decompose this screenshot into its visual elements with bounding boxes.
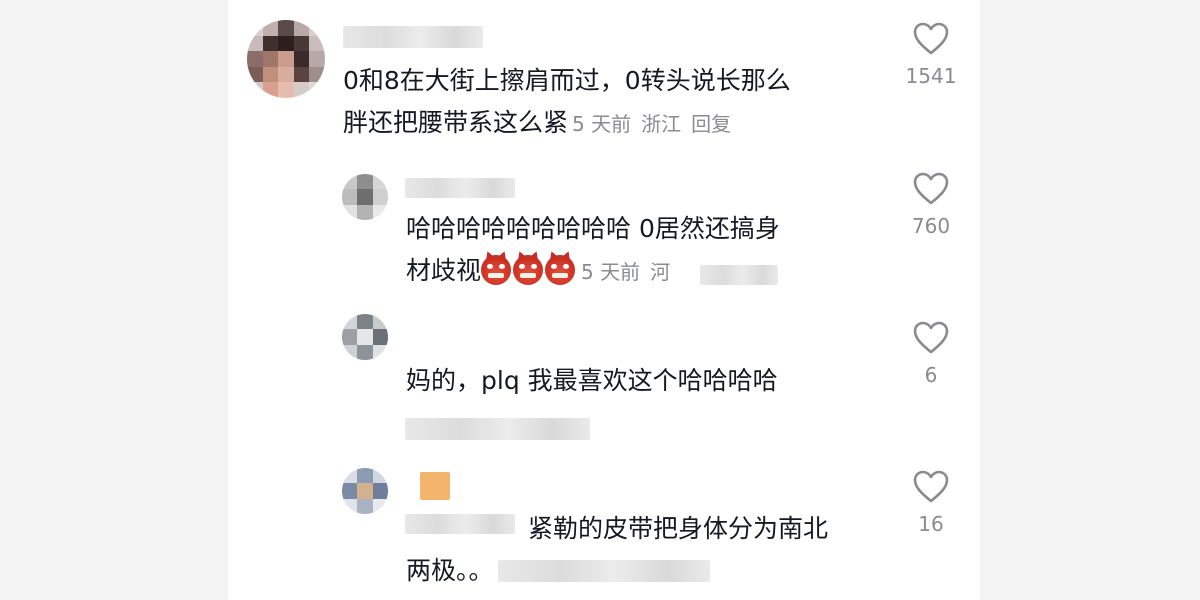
like-count: 6	[924, 363, 938, 387]
comment-text-line: 胖还把腰带系这么紧	[343, 108, 569, 137]
comment-text-line: 两极。。	[406, 556, 494, 585]
comment-text-line: 妈的，plq 我最喜欢这个哈哈哈哈	[406, 366, 778, 395]
avatar[interactable]	[342, 174, 388, 220]
comment-meta-blurred	[498, 560, 710, 582]
comment-meta: 5 天前河	[581, 260, 674, 284]
comment-meta: 5 天前 浙江 回复	[572, 112, 741, 136]
heart-outline-icon	[913, 22, 949, 55]
comment-text: 妈的，plq 我最喜欢这个哈哈哈哈	[406, 360, 778, 402]
comment-text: 紧勒的皮带把身体分为南北	[528, 508, 828, 550]
comment-time: 5 天前	[572, 112, 632, 136]
like-button[interactable]: 6	[901, 321, 961, 387]
like-count: 1541	[905, 64, 957, 88]
comment-text-line: 材歧视	[406, 256, 482, 285]
like-button[interactable]: 760	[901, 172, 961, 238]
angry-devil-emoji	[545, 255, 576, 285]
like-count: 760	[911, 214, 951, 238]
comment-text-line: 哈哈哈哈哈哈哈哈哈 0居然还搞身	[406, 214, 780, 243]
like-button[interactable]: 16	[901, 470, 961, 536]
reply-button[interactable]: 回复	[691, 112, 731, 136]
comment-time: 5 天前	[581, 260, 641, 284]
like-count: 16	[918, 512, 944, 536]
heart-outline-icon	[913, 321, 949, 354]
heart-outline-icon	[913, 172, 949, 205]
comment-text: 0和8在大街上擦肩而过，0转头说长那么 胖还把腰带系这么紧 5 天前 浙江 回复	[343, 60, 791, 145]
comment-text: 两极。。	[406, 550, 494, 592]
comment-text-line: 紧勒的皮带把身体分为南北	[528, 514, 829, 543]
username-blurred[interactable]	[405, 178, 515, 198]
badge-icon	[420, 472, 450, 500]
avatar[interactable]	[342, 468, 388, 514]
username-blurred[interactable]	[343, 26, 483, 48]
comment-text-line: 0和8在大街上擦肩而过，0转头说长那么	[343, 66, 791, 95]
avatar[interactable]	[342, 314, 388, 360]
location-blurred	[700, 265, 778, 285]
like-button[interactable]: 1541	[901, 22, 961, 88]
heart-outline-icon	[913, 470, 949, 503]
angry-devil-emoji	[513, 255, 544, 285]
comment-location: 浙江	[641, 112, 682, 136]
comment-meta-blurred	[405, 418, 590, 440]
avatar[interactable]	[247, 20, 325, 98]
angry-devil-emoji	[481, 255, 512, 285]
username-blurred[interactable]	[405, 514, 515, 534]
comment-location: 河	[650, 260, 671, 284]
